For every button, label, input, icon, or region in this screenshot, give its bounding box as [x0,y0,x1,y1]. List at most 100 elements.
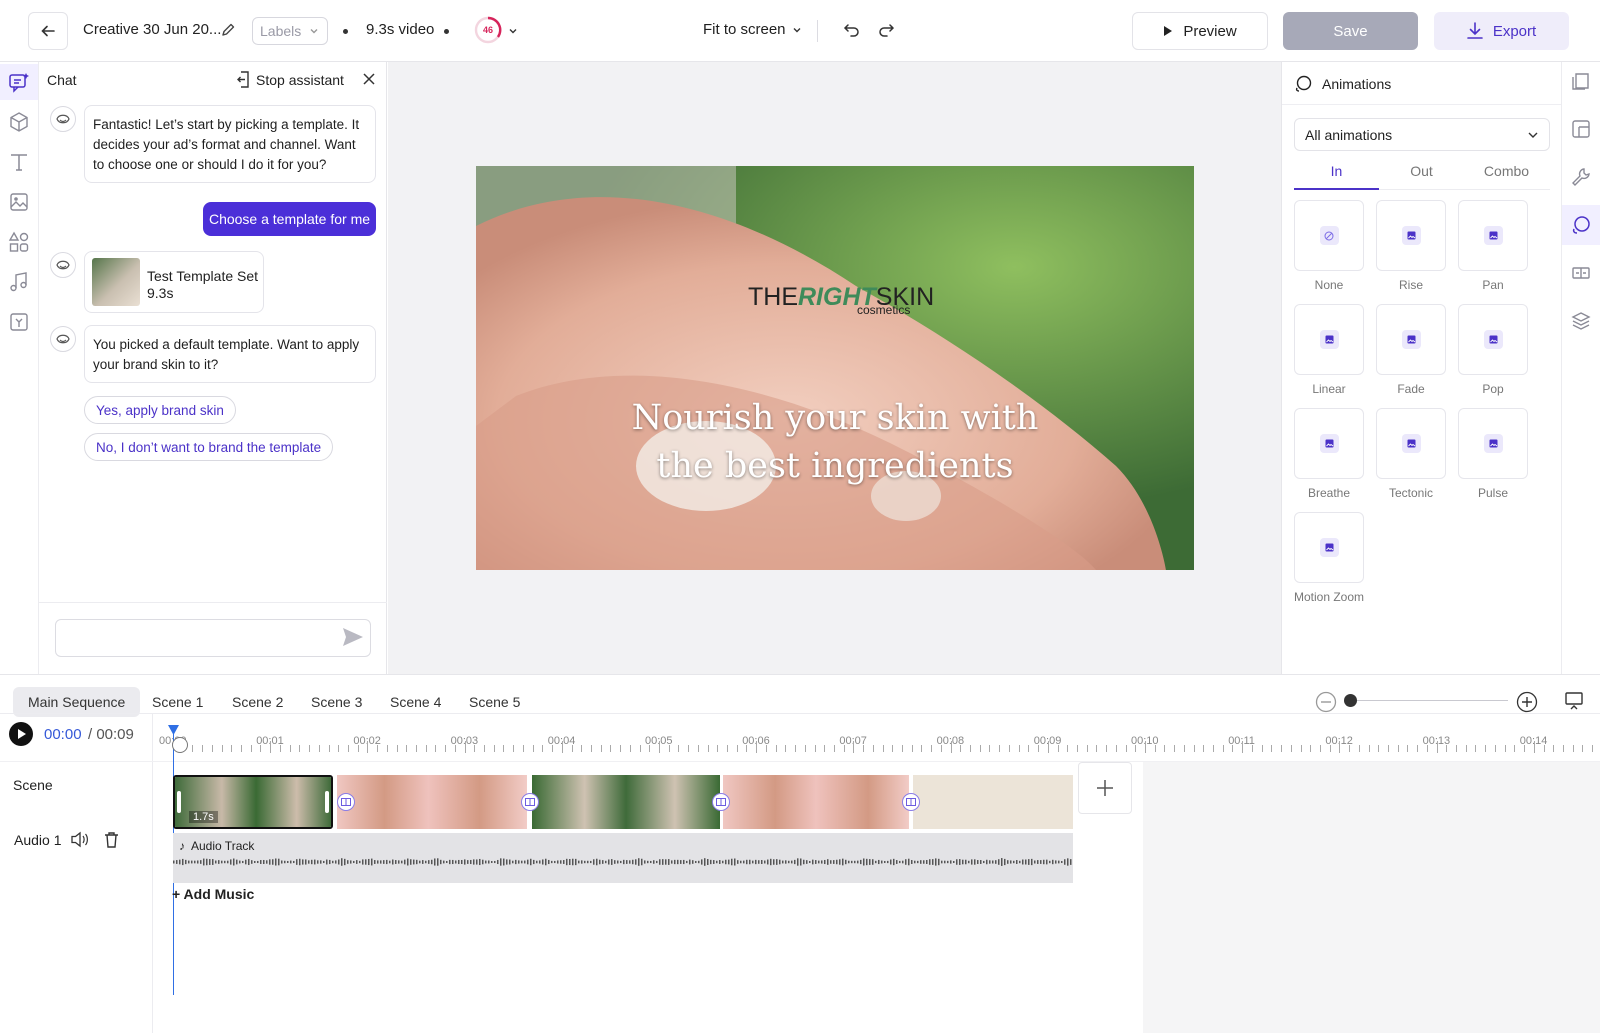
scene-clip-4[interactable] [723,775,909,829]
animation-option-breathe[interactable] [1294,408,1364,479]
close-icon[interactable] [362,72,376,86]
zoom-slider-track[interactable] [1350,700,1508,701]
template-card[interactable]: Test Template Set 9.3s [84,251,264,313]
animation-option-pulse[interactable] [1458,408,1528,479]
ruler-tick [1281,745,1282,752]
animation-icon[interactable] [1571,215,1591,235]
back-button[interactable] [28,12,68,50]
ruler-tick [572,745,573,752]
ruler-tick [212,745,213,752]
dont-brand-option[interactable]: No, I don’t want to brand the template [84,433,334,461]
save-button[interactable]: Save [1283,12,1418,50]
animation-option-pan[interactable] [1458,200,1528,271]
animation-option-fade[interactable] [1376,304,1446,375]
playhead-handle[interactable] [172,737,188,753]
chevron-down-icon[interactable] [508,26,518,36]
labels-select[interactable]: Labels [252,17,328,45]
animation-label: Breathe [1307,486,1351,500]
stop-assistant-button[interactable]: Stop assistant [235,71,344,88]
cube-icon[interactable] [8,111,30,133]
text-icon[interactable] [8,151,30,173]
edit-title-icon[interactable] [220,22,236,38]
ruler-tick [883,745,884,752]
zoom-in-icon[interactable] [1516,691,1538,713]
animation-option-tectonic[interactable] [1376,408,1446,479]
wrench-icon[interactable] [1571,167,1591,187]
ruler-tick [912,745,913,752]
animation-option-motion-zoom[interactable] [1294,512,1364,583]
export-button[interactable]: Export [1434,12,1569,50]
video-stage[interactable]: THERIGHTSKIN cosmetics Nourish your skin… [476,166,1194,570]
apply-brand-skin-option[interactable]: Yes, apply brand skin [84,396,236,424]
undo-icon[interactable] [843,22,861,38]
send-icon[interactable] [342,627,364,647]
zoom-out-icon[interactable] [1315,691,1337,713]
chat-assistant-icon[interactable] [8,71,30,93]
ruler-tick [989,745,990,752]
ruler-tick [192,745,193,752]
ruler-tick [358,745,359,752]
add-music-button[interactable]: + Add Music [172,886,254,902]
add-scene-button[interactable] [1078,762,1132,814]
trim-handle-left[interactable] [177,791,181,813]
transition-icon[interactable] [1571,263,1591,283]
scene-clip-1[interactable]: 1.7s [173,775,333,829]
transition-icon[interactable] [712,793,730,811]
layers-icon[interactable] [1571,311,1591,331]
project-title[interactable]: Creative 30 Jun 20... [83,21,221,38]
ruler-tick [756,741,757,753]
divider [0,713,1600,714]
transition-icon[interactable] [337,793,355,811]
ruler-tick [1573,745,1574,752]
scene-clip-2[interactable] [337,775,527,829]
ruler-tick [338,745,339,752]
elements-icon[interactable] [8,231,30,253]
ruler-tick [873,745,874,752]
ruler-tick [1582,745,1583,752]
assistant-icon [56,114,70,124]
transition-icon[interactable] [902,793,920,811]
music-icon[interactable] [8,271,30,293]
animations-title: Animations [1322,76,1392,92]
trash-icon[interactable] [104,831,119,848]
speaker-icon[interactable] [71,831,89,848]
tab-combo[interactable]: Combo [1464,163,1549,179]
tab-in[interactable]: In [1294,163,1379,179]
ruler-tick [435,745,436,752]
redo-icon[interactable] [877,22,895,38]
zoom-slider-handle[interactable] [1344,694,1357,707]
template-icon[interactable] [1571,71,1591,91]
layout-icon[interactable] [1571,119,1591,139]
filter-value: All animations [1305,126,1393,143]
preview-button[interactable]: Preview [1132,12,1268,50]
playhead-marker[interactable] [168,725,179,735]
tab-out[interactable]: Out [1379,163,1464,179]
scene-clip-5[interactable] [913,775,1073,829]
ruler-tick [766,745,767,752]
ruler-tick [465,741,466,753]
image-icon[interactable] [8,191,30,213]
chat-input[interactable] [55,619,371,657]
fit-to-screen-select[interactable]: Fit to screen [703,21,802,38]
audio-track[interactable]: ♪ Audio Track [173,833,1073,883]
template-length: 9.3s [147,285,174,301]
animation-preview-icon [1401,330,1421,349]
display-icon[interactable] [1564,690,1584,712]
brand-kit-icon[interactable] [8,311,30,333]
transition-icon[interactable] [521,793,539,811]
ruler-tick [377,745,378,752]
headline-text[interactable]: Nourish your skin with the best ingredie… [476,394,1194,490]
ruler-tick [1194,745,1195,752]
ruler-tick [1019,745,1020,752]
ruler-tick [649,745,650,752]
trim-handle-right[interactable] [325,791,329,813]
play-button[interactable] [9,722,33,746]
animation-option-none[interactable] [1294,200,1364,271]
scene-clip-3[interactable] [532,775,720,829]
animation-option-pop[interactable] [1458,304,1528,375]
ruler-tick [202,745,203,752]
animation-filter-select[interactable]: All animations [1294,118,1550,151]
chevron-down-icon [1528,132,1538,138]
animation-option-linear[interactable] [1294,304,1364,375]
animation-option-rise[interactable] [1376,200,1446,271]
